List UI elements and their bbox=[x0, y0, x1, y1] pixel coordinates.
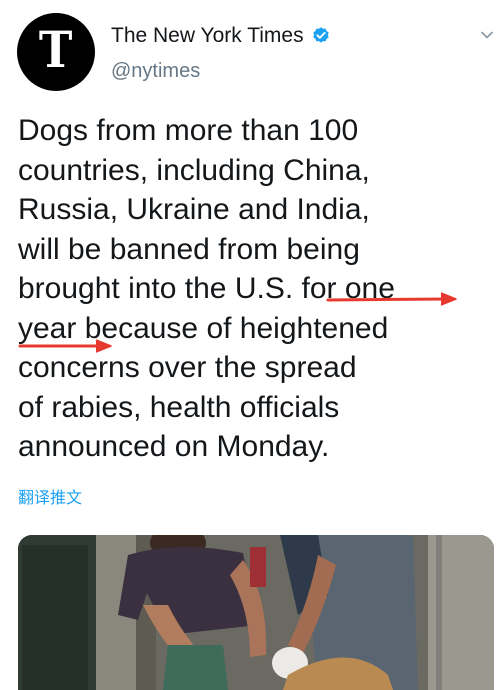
tweet-text-line: countries, including China, bbox=[18, 153, 370, 187]
tweet-text-line: Russia, Ukraine and India, bbox=[18, 193, 370, 226]
name-row: The New York Times bbox=[111, 23, 331, 49]
tweet-text: Dogs from more than 100 countries, inclu… bbox=[18, 111, 493, 467]
photo-illustration bbox=[18, 535, 494, 690]
tweet-text-line: of rabies, health officials bbox=[18, 390, 340, 424]
tweet-text-line: will be banned from being bbox=[18, 232, 360, 266]
tweet-text-line: year because of heightened bbox=[18, 311, 389, 345]
translate-tweet-link[interactable]: 翻译推文 bbox=[18, 484, 82, 508]
chevron-down-icon[interactable] bbox=[480, 28, 494, 42]
tweet-text-line: concerns over the spread bbox=[18, 351, 357, 384]
tweet-text-line: Dogs from more than 100 bbox=[18, 114, 359, 147]
tweet-text-line: announced on Monday. bbox=[18, 430, 330, 463]
nyt-logo: T bbox=[39, 20, 73, 79]
avatar[interactable]: T bbox=[17, 13, 95, 91]
verified-badge-icon bbox=[312, 27, 329, 43]
tweet-text-line: brought into the U.S. for one bbox=[18, 272, 395, 305]
handle[interactable]: @nytimes bbox=[111, 60, 200, 83]
tweet-photo[interactable] bbox=[18, 535, 494, 690]
tweet-header: T The New York Times @nytimes bbox=[0, 0, 500, 110]
display-name[interactable]: The New York Times bbox=[111, 24, 304, 48]
